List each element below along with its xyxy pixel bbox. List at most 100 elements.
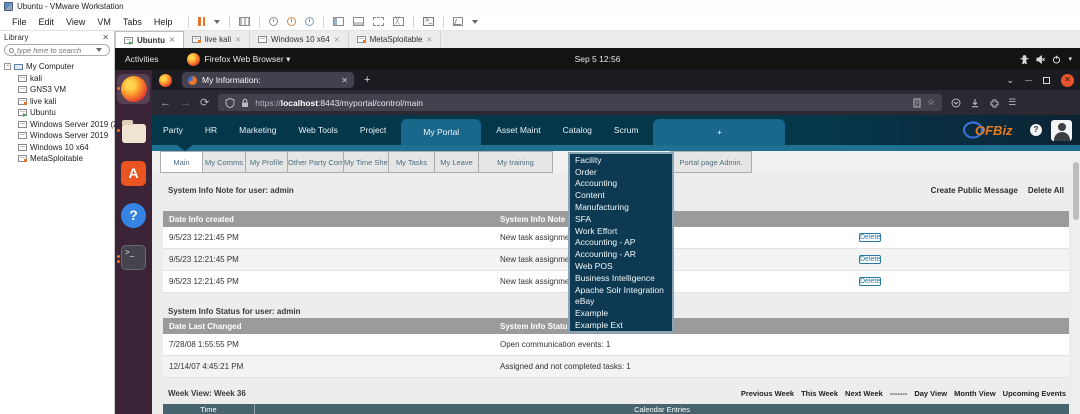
nav-scrum[interactable]: Scrum [603, 115, 650, 145]
suspend-vm-button[interactable] [198, 17, 206, 26]
subtab-my-comms[interactable]: My Comms [202, 151, 246, 173]
power-icon[interactable] [1052, 55, 1061, 64]
nav-project[interactable]: Project [349, 115, 397, 145]
tree-item-live-kali[interactable]: live kali [4, 96, 114, 108]
menu-view[interactable]: View [60, 15, 91, 29]
help-button[interactable]: ? [1030, 124, 1042, 136]
show-library-icon[interactable] [333, 17, 345, 26]
dropdown-item-example-ext[interactable]: Example Ext [570, 319, 672, 331]
bookmark-star-icon[interactable]: ☆ [927, 97, 935, 108]
dock-terminal[interactable]: >_ [117, 242, 150, 272]
clock[interactable]: Sep 5 12:56 [575, 54, 621, 64]
browser-tab[interactable]: My Information: ✕ [182, 72, 354, 88]
delete-button[interactable]: Delete [859, 277, 882, 286]
dropdown-item-apache-solr[interactable]: Apache Solr Integration [570, 284, 672, 296]
firefox-view-icon[interactable] [159, 73, 172, 87]
dropdown-item-example[interactable]: Example [570, 307, 672, 319]
subtab-other-party-comms[interactable]: Other Party Comms [287, 151, 344, 173]
close-tab-icon[interactable]: ✕ [334, 36, 340, 44]
minimize-button[interactable]: — [1025, 77, 1032, 84]
reload-button[interactable]: ⟳ [200, 96, 209, 109]
library-close-icon[interactable]: ✕ [102, 33, 109, 42]
subtab-my-tasks[interactable]: My Tasks [388, 151, 435, 173]
delete-all-link[interactable]: Delete All [1028, 186, 1064, 195]
dock-ubuntu-software[interactable]: A [117, 158, 150, 188]
previous-week-link[interactable]: Previous Week [741, 389, 794, 398]
revert-snapshot-icon[interactable] [287, 17, 297, 26]
tree-item-winserver2019-2[interactable]: Windows Server 2019 (2 [4, 119, 118, 131]
tree-item-gns3[interactable]: GNS3 VM [4, 84, 114, 96]
dock-help[interactable]: ? [117, 200, 150, 230]
lock-icon[interactable] [240, 98, 250, 108]
chevron-down-icon[interactable]: ▾ [1068, 55, 1072, 63]
downloads-icon[interactable] [970, 98, 980, 108]
tree-item-metasploitable[interactable]: MetaSploitable [4, 153, 114, 165]
tree-item-kali[interactable]: kali [4, 73, 114, 85]
maximize-button[interactable] [1043, 76, 1050, 84]
console-icon[interactable]: >_ [423, 17, 435, 26]
subtab-my-time-sheet[interactable]: My Time Sheet [343, 151, 389, 173]
list-all-tabs-icon[interactable]: ⌄ [1006, 75, 1014, 86]
free-stretch-icon[interactable] [453, 17, 464, 26]
dropdown-item-accounting-ar[interactable]: Accounting - AR [570, 248, 672, 260]
dock-files[interactable] [117, 116, 150, 146]
nav-web-tools[interactable]: Web Tools [287, 115, 348, 145]
day-view-link[interactable]: Day View [914, 389, 947, 398]
app-menu[interactable]: Firefox Web Browser ▾ [205, 54, 291, 65]
tree-item-ubuntu[interactable]: Ubuntu [4, 107, 114, 119]
tree-root-my-computer[interactable]: − My Computer [4, 61, 114, 73]
activities-button[interactable]: Activities [115, 54, 159, 64]
stretch-options-caret[interactable] [472, 19, 479, 24]
dropdown-item-accounting-ap[interactable]: Accounting - AP [570, 237, 672, 249]
dropdown-item-web-pos[interactable]: Web POS [570, 260, 672, 272]
forward-button[interactable]: → [180, 97, 191, 109]
vm-tab-live-kali[interactable]: live kali ✕ [184, 31, 250, 48]
back-button[interactable]: ← [160, 97, 171, 109]
tree-item-winserver2019[interactable]: Windows Server 2019 [4, 130, 114, 142]
dropdown-item-content[interactable]: Content [570, 189, 672, 201]
nav-marketing[interactable]: Marketing [228, 115, 287, 145]
menu-edit[interactable]: Edit [33, 15, 61, 29]
close-tab-icon[interactable]: ✕ [235, 36, 241, 44]
close-tab-icon[interactable]: ✕ [169, 36, 175, 44]
close-tab-icon[interactable]: ✕ [426, 36, 432, 44]
vm-tab-windows10[interactable]: Windows 10 x64 ✕ [250, 31, 349, 48]
extensions-icon[interactable] [989, 98, 999, 108]
library-search[interactable] [4, 44, 110, 56]
reader-mode-icon[interactable] [912, 98, 922, 108]
url-bar[interactable]: https://localhost:8443/myportal/control/… [218, 94, 943, 111]
vm-tab-ubuntu[interactable]: Ubuntu ✕ [115, 31, 184, 48]
manage-snapshots-icon[interactable] [305, 17, 315, 26]
accessibility-icon[interactable] [1020, 54, 1030, 64]
nav-hr[interactable]: HR [194, 115, 228, 145]
dropdown-item-business-intelligence[interactable]: Business Intelligence [570, 272, 672, 284]
page-scrollbar[interactable] [1072, 160, 1080, 414]
search-filter-caret[interactable] [96, 48, 102, 52]
dropdown-item-order[interactable]: Order [570, 166, 672, 178]
fullscreen-icon[interactable] [373, 17, 385, 26]
subtab-portal-page-admin[interactable]: Portal page Admin. [670, 151, 752, 173]
upcoming-events-link[interactable]: Upcoming Events [1003, 389, 1066, 398]
subtab-my-leave[interactable]: My Leave [434, 151, 479, 173]
subtab-main[interactable]: Main [160, 151, 203, 173]
close-window-button[interactable]: ✕ [1061, 73, 1074, 87]
console-view-icon[interactable] [353, 17, 365, 26]
dropdown-item-accounting[interactable]: Accounting [570, 178, 672, 190]
volume-muted-icon[interactable] [1036, 54, 1046, 64]
menu-tabs[interactable]: Tabs [117, 15, 148, 29]
nav-more-apps-button[interactable]: + [653, 119, 786, 145]
dropdown-item-ebay[interactable]: eBay [570, 296, 672, 308]
tree-expander-icon[interactable]: − [4, 63, 11, 71]
dropdown-item-sfa[interactable]: SFA [570, 213, 672, 225]
new-tab-button[interactable]: + [364, 74, 370, 86]
menu-file[interactable]: File [6, 15, 33, 29]
nav-my-portal-active[interactable]: My Portal [401, 119, 482, 145]
shield-icon[interactable] [225, 97, 235, 108]
dropdown-item-facility[interactable]: Facility [570, 154, 672, 166]
scrollbar-thumb[interactable] [1073, 162, 1079, 220]
send-ctrl-alt-del-icon[interactable] [239, 17, 251, 26]
vm-tab-metasploitable[interactable]: MetaSploitable ✕ [349, 31, 442, 48]
nav-party[interactable]: Party [152, 115, 194, 145]
menu-help[interactable]: Help [148, 15, 179, 29]
this-week-link[interactable]: This Week [801, 389, 838, 398]
